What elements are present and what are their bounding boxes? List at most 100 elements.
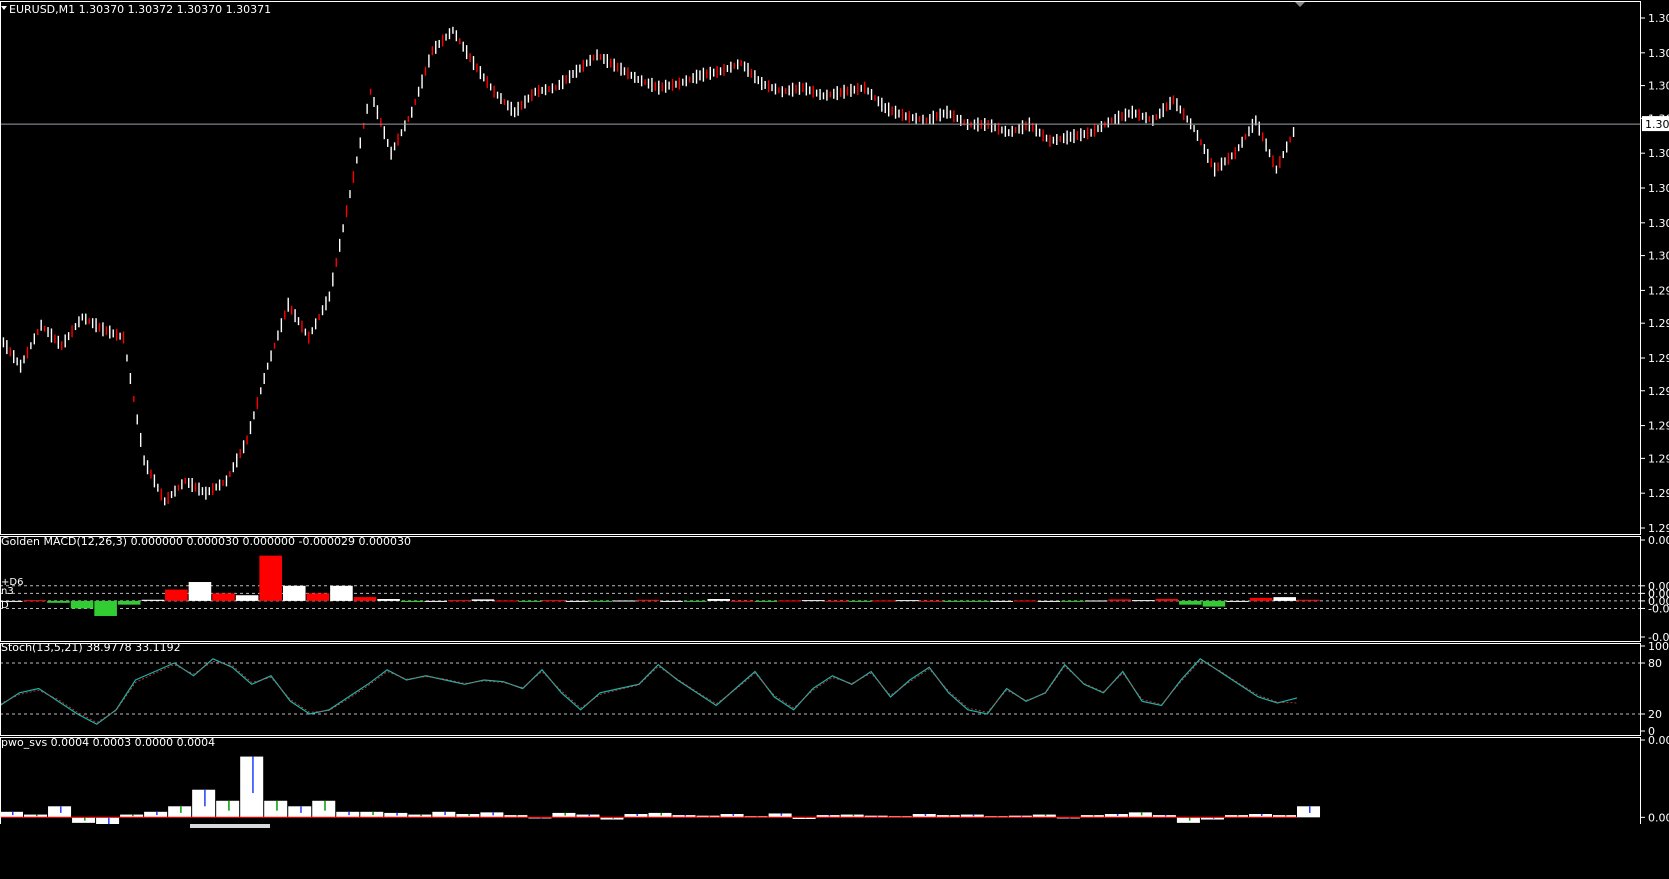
pwo-bar bbox=[216, 800, 240, 818]
pwo-bar-accent bbox=[1140, 812, 1143, 816]
pwo-bar bbox=[288, 806, 312, 818]
macd-bar bbox=[188, 582, 212, 601]
macd-bar bbox=[565, 600, 589, 602]
macd-bar bbox=[495, 600, 518, 602]
pwo-bar bbox=[192, 789, 216, 818]
macd-bar bbox=[141, 599, 165, 601]
macd-bar bbox=[70, 600, 94, 609]
pwo-bar-accent bbox=[828, 815, 831, 817]
pwo-bar-accent bbox=[324, 800, 326, 811]
pwo-bar bbox=[168, 806, 192, 818]
macd-bar bbox=[1155, 599, 1179, 601]
symbol-header: EURUSD,M1 1.30370 1.30372 1.30370 1.3037… bbox=[9, 3, 271, 16]
price-tick-label: 1.29800 bbox=[1648, 352, 1669, 365]
pwo-bar bbox=[384, 812, 408, 818]
stoch-signal-line bbox=[0, 660, 1298, 723]
stoch-panel-border bbox=[0, 643, 1641, 736]
pwo-bar-accent bbox=[1236, 815, 1239, 817]
macd-panel[interactable]: 0.0016140.00040.00020.00-0.0002-0.000957… bbox=[0, 534, 1669, 644]
macd-tick-label: -0.0002 bbox=[1648, 602, 1669, 615]
macd-bar bbox=[235, 595, 259, 601]
pwo-bar-accent bbox=[204, 789, 206, 807]
pwo-bar-accent bbox=[372, 811, 374, 816]
price-tick-label: 1.30545 bbox=[1648, 47, 1669, 60]
macd-bar bbox=[542, 600, 565, 602]
pwo-tick-label: 0.0014 bbox=[1648, 734, 1669, 747]
macd-tick-label: 0.001614 bbox=[1648, 534, 1669, 547]
price-tick-label: 1.30300 bbox=[1648, 147, 1669, 160]
pwo-bar bbox=[480, 812, 504, 818]
price-panel-border bbox=[0, 1, 1641, 535]
macd-bar bbox=[1297, 599, 1320, 601]
price-tick-label: 1.30050 bbox=[1648, 250, 1669, 263]
macd-bar bbox=[330, 585, 353, 601]
macd-bar bbox=[1273, 597, 1296, 601]
pwo-bar-accent bbox=[1044, 814, 1047, 817]
price-panel[interactable]: 1.306301.305451.304651.303851.303001.302… bbox=[0, 12, 1669, 535]
pwo-bar-accent bbox=[516, 815, 518, 817]
pwo-bar-accent bbox=[924, 814, 927, 817]
pwo-bar bbox=[648, 812, 672, 818]
pwo-bar bbox=[312, 800, 336, 818]
price-tick-label: 1.29635 bbox=[1648, 420, 1669, 433]
pwo-bar-accent bbox=[876, 815, 879, 817]
macd-bar bbox=[848, 600, 872, 602]
chart-window[interactable]: 1.306301.305451.304651.303851.303001.302… bbox=[0, 0, 1669, 879]
stoch-panel[interactable]: 10080200 bbox=[0, 640, 1669, 738]
pwo-bar bbox=[552, 812, 576, 818]
price-tick-label: 1.30630 bbox=[1648, 12, 1669, 25]
price-tick-label: 1.29555 bbox=[1648, 452, 1669, 465]
macd-bar bbox=[966, 600, 990, 602]
macd-bar bbox=[919, 600, 943, 602]
macd-bar bbox=[731, 600, 754, 602]
macd-bar bbox=[377, 599, 400, 601]
pwo-bar-accent bbox=[1260, 814, 1263, 817]
macd-bar bbox=[896, 600, 919, 602]
pwo-bar-accent bbox=[660, 812, 663, 816]
pwo-bar bbox=[264, 800, 288, 818]
chart-shift-triangle-icon[interactable] bbox=[1295, 2, 1305, 7]
pwo-bar-accent bbox=[1309, 806, 1311, 813]
pwo-bar-accent bbox=[708, 815, 711, 817]
pwo-bar bbox=[1176, 817, 1200, 823]
macd-bar bbox=[47, 600, 70, 603]
macd-bar bbox=[282, 585, 306, 601]
pwo-bar bbox=[1128, 812, 1152, 818]
pwo-bar-accent bbox=[852, 814, 855, 817]
macd-bar bbox=[1014, 600, 1037, 602]
price-tick-label: 1.29470 bbox=[1648, 487, 1669, 500]
bid-label: 1.30371 bbox=[1645, 118, 1669, 131]
macd-bar bbox=[165, 589, 188, 601]
macd-left-marker: D bbox=[1, 600, 9, 611]
pwo-bar-accent bbox=[636, 814, 638, 817]
pwo-bar-accent bbox=[300, 806, 302, 813]
stoch-tick-label: 20 bbox=[1648, 708, 1662, 721]
pwo-bar-accent bbox=[948, 815, 951, 817]
macd-bar bbox=[754, 600, 778, 602]
macd-bar bbox=[825, 600, 848, 602]
macd-bar bbox=[1084, 600, 1108, 602]
pwo-bar-accent bbox=[444, 811, 446, 816]
pwo-bar-accent bbox=[60, 806, 62, 813]
bottom-tabs-bar bbox=[0, 824, 1669, 879]
pwo-bar-accent bbox=[36, 814, 38, 817]
pwo-bar bbox=[144, 811, 168, 818]
pwo-bar-accent bbox=[252, 756, 254, 794]
macd-bar bbox=[613, 600, 636, 602]
pwo-bar-accent bbox=[132, 814, 134, 817]
macd-bar bbox=[424, 600, 448, 602]
macd-bar bbox=[306, 593, 330, 601]
chart-tab[interactable] bbox=[190, 824, 270, 828]
pwo-bar bbox=[48, 806, 72, 818]
pwo-bar-accent bbox=[1164, 815, 1167, 817]
pwo-bar bbox=[1297, 806, 1321, 818]
chart-menu-triangle-icon[interactable] bbox=[1, 6, 7, 10]
pwo-bar-accent bbox=[1284, 815, 1287, 817]
chart-canvas[interactable]: 1.306301.305451.304651.303851.303001.302… bbox=[0, 0, 1669, 879]
pwo-bar-accent bbox=[780, 813, 783, 816]
pwo-bar-accent bbox=[228, 800, 230, 811]
pwo-bar bbox=[360, 811, 384, 818]
macd-bar bbox=[778, 600, 801, 602]
macd-bar bbox=[400, 600, 424, 603]
pwo-bar bbox=[240, 756, 264, 818]
